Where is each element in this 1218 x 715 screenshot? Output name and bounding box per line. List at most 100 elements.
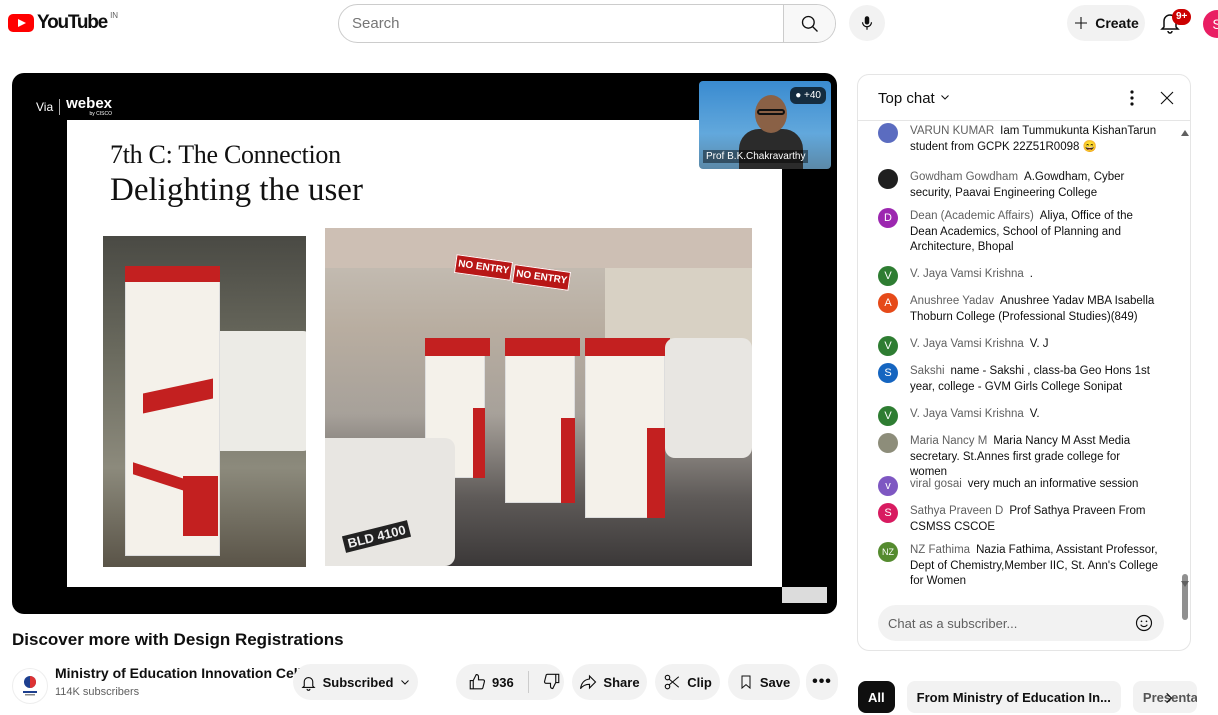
account-avatar[interactable]: S <box>1203 10 1218 38</box>
chat-text: very much an informative session <box>967 478 1139 490</box>
chat-author: NZ Fathima <box>910 544 971 556</box>
thumbs-up-icon <box>469 673 486 690</box>
avatar-letter: S <box>1212 16 1218 32</box>
chat-message: Gowdham Gowdham A.Gowdham, Cyber security… <box>878 169 1168 201</box>
brand-label: webex <box>66 95 112 112</box>
person-icon: ● <box>795 90 802 101</box>
voice-search-button[interactable] <box>849 5 885 41</box>
ministry-watermark <box>782 587 827 603</box>
chat-mode-label: Top chat <box>878 90 935 107</box>
chat-message: D Dean (Academic Affairs) Aliya, Office o… <box>878 208 1168 256</box>
channel-avatar[interactable] <box>12 668 48 704</box>
close-icon <box>1160 91 1174 105</box>
presentation-slide: 7th C: The Connection Delighting the use… <box>67 120 782 587</box>
country-code: IN <box>110 10 119 20</box>
close-chat-button[interactable] <box>1158 89 1176 112</box>
scissors-icon <box>664 674 680 690</box>
bell-icon <box>301 676 316 691</box>
notification-badge: 9+ <box>1172 9 1192 25</box>
slide-title: Delighting the user <box>110 172 363 208</box>
chat-message: v viral gosai very much an informative se… <box>878 476 1168 496</box>
subscribed-label: Subscribed <box>322 674 394 690</box>
chat-messages[interactable]: VARUN KUMAR Iam Tummukunta KishanTarun st… <box>858 122 1190 620</box>
chat-author: V. Jaya Vamsi Krishna <box>910 338 1024 350</box>
bookmark-icon <box>741 675 751 690</box>
channel-name[interactable]: Ministry of Education Innovation Cell <box>55 665 302 681</box>
chat-author: Gowdham Gowdham <box>910 171 1019 183</box>
chat-text: . <box>1029 268 1033 280</box>
like-count: 936 <box>492 674 514 690</box>
logo-text: YouTube <box>37 12 108 33</box>
chat-mode-dropdown[interactable]: Top chat <box>878 90 951 107</box>
more-actions-button[interactable]: ••• <box>806 664 838 700</box>
like-dislike-group: 936 <box>456 664 564 700</box>
chat-avatar: V <box>878 406 898 426</box>
youtube-logo[interactable]: YouTube IN <box>8 10 119 34</box>
chat-message: V V. Jaya Vamsi Krishna. <box>878 266 1168 286</box>
ministry-logo-icon <box>23 676 37 696</box>
emoji-icon[interactable] <box>1134 613 1154 633</box>
chat-message: NZ NZ Fathima Nazia Fathima, Assistant Pr… <box>878 542 1168 590</box>
microphone-icon <box>861 16 873 30</box>
more-horizontal-icon: ••• <box>812 673 832 690</box>
chat-message: S Sathya Praveen D Prof Sathya Praveen Fr… <box>878 503 1168 535</box>
chat-header: Top chat <box>858 75 1190 121</box>
save-label: Save <box>759 674 791 690</box>
plus-icon <box>1075 17 1088 29</box>
clip-label: Clip <box>687 674 712 690</box>
scroll-down-icon[interactable] <box>1180 580 1190 588</box>
chat-avatar <box>878 123 898 143</box>
chat-author: VARUN KUMAR <box>910 125 995 137</box>
chat-avatar <box>878 169 898 189</box>
create-button[interactable]: Create <box>1067 5 1145 41</box>
chat-avatar: V <box>878 336 898 356</box>
no-entry-sign-2: NO ENTRY <box>511 264 572 291</box>
chevron-right-icon[interactable] <box>1162 690 1176 706</box>
chat-author: Maria Nancy M <box>910 435 988 447</box>
participant-count: ● +40 <box>790 87 826 104</box>
chat-text: name - Sakshi , class-ba Geo Hons 1st ye… <box>910 365 1150 393</box>
like-button[interactable]: 936 <box>468 673 514 691</box>
chat-author: Dean (Academic Affairs) <box>910 210 1034 222</box>
save-button[interactable]: Save <box>728 664 800 700</box>
chat-message: V V. Jaya Vamsi Krishna V. J <box>878 336 1168 356</box>
clip-button[interactable]: Clip <box>655 664 720 700</box>
chat-menu-button[interactable] <box>1128 89 1136 112</box>
via-label: Via <box>36 100 54 114</box>
subscriber-count: 114K subscribers <box>55 686 140 698</box>
chat-author: viral gosai <box>910 478 962 490</box>
chat-message: VARUN KUMAR Iam Tummukunta KishanTarun st… <box>878 123 1168 155</box>
chevron-down-icon <box>941 95 949 100</box>
create-label: Create <box>1095 15 1139 31</box>
search-button[interactable] <box>783 5 835 42</box>
chat-avatar: NZ <box>878 542 898 562</box>
chat-input[interactable]: Chat as a subscriber... <box>878 605 1164 641</box>
video-player[interactable]: Via webex by CISCO 7th C: The Connection… <box>12 73 837 614</box>
chevron-down-icon <box>401 680 410 685</box>
chat-message: A Anushree Yadav Anushree Yadav MBA Isabe… <box>878 293 1168 325</box>
chat-author: Sathya Praveen D <box>910 505 1004 517</box>
chip-from-channel[interactable]: From Ministry of Education In... <box>906 681 1121 713</box>
search-icon <box>801 15 818 32</box>
divider <box>527 671 529 693</box>
search-input[interactable] <box>339 5 783 42</box>
chat-avatar: D <box>878 208 898 228</box>
subscribed-button[interactable]: Subscribed <box>293 664 418 700</box>
webex-watermark: Via webex by CISCO <box>36 95 112 117</box>
chat-text: V. <box>1029 408 1040 420</box>
scroll-up-icon[interactable] <box>1180 129 1190 137</box>
play-logo-icon <box>8 14 34 32</box>
chat-avatar <box>878 433 898 453</box>
chat-avatar: v <box>878 476 898 496</box>
share-button[interactable]: Share <box>572 664 647 700</box>
dislike-button[interactable] <box>543 672 561 693</box>
share-icon <box>580 674 597 690</box>
chat-input-placeholder: Chat as a subscriber... <box>888 615 1018 631</box>
fuel-pump-photo-left <box>103 236 306 567</box>
share-label: Share <box>603 674 640 690</box>
chip-all[interactable]: All <box>858 681 895 713</box>
chat-message: S Sakshi name - Sakshi , class-ba Geo Hon… <box>878 363 1168 395</box>
chat-author: V. Jaya Vamsi Krishna <box>910 408 1024 420</box>
chat-message: V V. Jaya Vamsi Krishna V. <box>878 406 1168 426</box>
slide-heading: 7th C: The Connection <box>110 140 341 169</box>
